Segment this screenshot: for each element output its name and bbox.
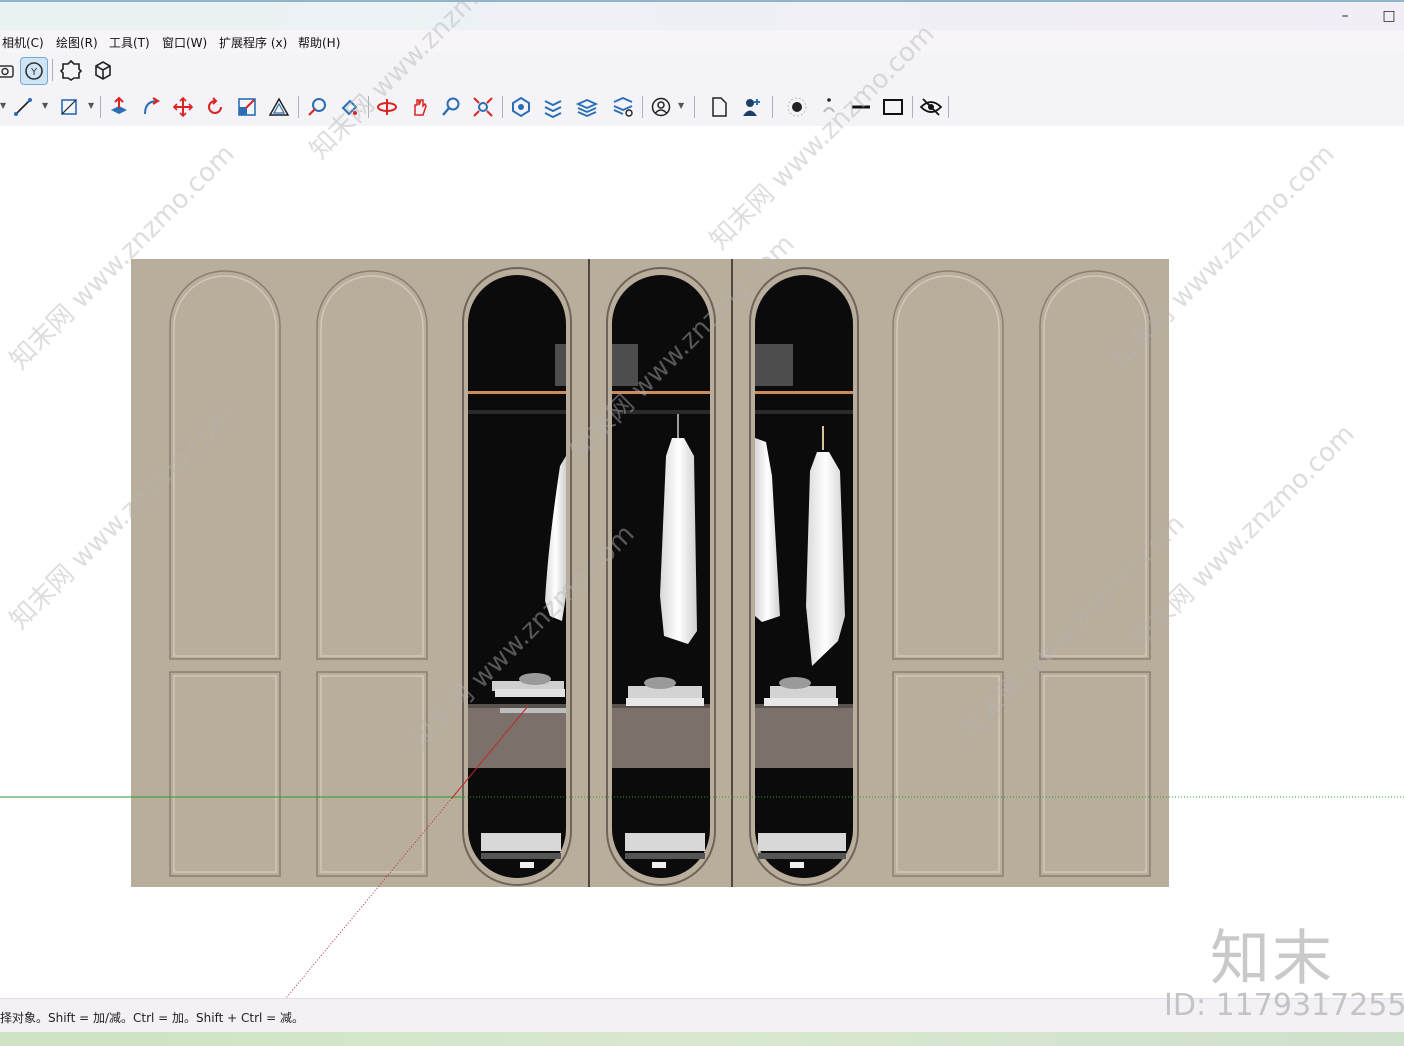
menu-extensions[interactable]: 扩展程序 (x)	[219, 34, 287, 51]
toolbar-top: Y	[0, 52, 1404, 88]
pan-icon[interactable]	[406, 94, 432, 120]
menu-draw[interactable]: 绘图(R)	[56, 34, 98, 51]
paint-bucket-icon[interactable]	[336, 94, 362, 120]
svg-text:Y: Y	[30, 67, 38, 78]
taskbar	[0, 1032, 1404, 1046]
title-bar: – □	[0, 0, 1404, 30]
push-pull-icon[interactable]	[106, 94, 132, 120]
menu-window[interactable]: 窗口(W)	[162, 34, 207, 51]
orbit-icon[interactable]	[374, 94, 400, 120]
follow-me-icon[interactable]	[138, 94, 164, 120]
section-fill-icon[interactable]	[880, 94, 906, 120]
user-account-icon[interactable]	[648, 94, 674, 120]
move-icon[interactable]	[170, 94, 196, 120]
menu-tools[interactable]: 工具(T)	[109, 34, 150, 51]
wardrobe-model	[0, 259, 1404, 998]
extension-warehouse-icon[interactable]	[58, 57, 84, 83]
geo-location-icon[interactable]	[508, 94, 534, 120]
glass-door-3	[749, 267, 859, 886]
camera-icon[interactable]	[0, 57, 18, 83]
sandbox-icon[interactable]	[540, 94, 566, 120]
menu-bar: 相机(C) 绘图(R) 工具(T) 窗口(W) 扩展程序 (x) 帮助(H)	[0, 30, 1404, 52]
minimize-button[interactable]: –	[1334, 6, 1356, 26]
glass-door-1	[462, 267, 572, 886]
watermark-logo: 知末	[1210, 924, 1334, 994]
line-tool-icon[interactable]	[10, 94, 36, 120]
rectangle-tool-icon[interactable]	[56, 94, 82, 120]
layer-settings-icon[interactable]	[610, 94, 636, 120]
3d-warehouse-icon[interactable]	[90, 57, 116, 83]
glass-door-2	[606, 267, 716, 886]
toolbar-main: ▼ ▼ ▼ ▼	[0, 88, 1404, 126]
menu-help[interactable]: 帮助(H)	[298, 34, 340, 51]
maximize-button[interactable]: □	[1378, 6, 1400, 26]
component-browser-icon[interactable]: Y	[20, 57, 48, 85]
menu-camera[interactable]: 相机(C)	[2, 34, 44, 51]
model-viewport[interactable]	[0, 126, 1404, 998]
shadow-icon[interactable]	[784, 94, 810, 120]
profile-icon[interactable]	[738, 94, 764, 120]
layers-icon[interactable]	[574, 94, 600, 120]
new-file-icon[interactable]	[706, 94, 732, 120]
rotate-icon[interactable]	[202, 94, 228, 120]
offset-icon[interactable]	[266, 94, 292, 120]
status-message: 择对象。Shift = 加/减。Ctrl = 加。Shift + Ctrl = …	[0, 1011, 305, 1025]
zoom-icon[interactable]	[438, 94, 464, 120]
edge-style-icon[interactable]	[848, 94, 874, 120]
fog-icon[interactable]	[816, 94, 842, 120]
hidden-geometry-icon[interactable]	[918, 94, 944, 120]
zoom-extents-icon[interactable]	[470, 94, 496, 120]
watermark-id: ID: 1179317255	[1164, 988, 1404, 1023]
scale-icon[interactable]	[234, 94, 260, 120]
tape-measure-icon[interactable]	[304, 94, 330, 120]
